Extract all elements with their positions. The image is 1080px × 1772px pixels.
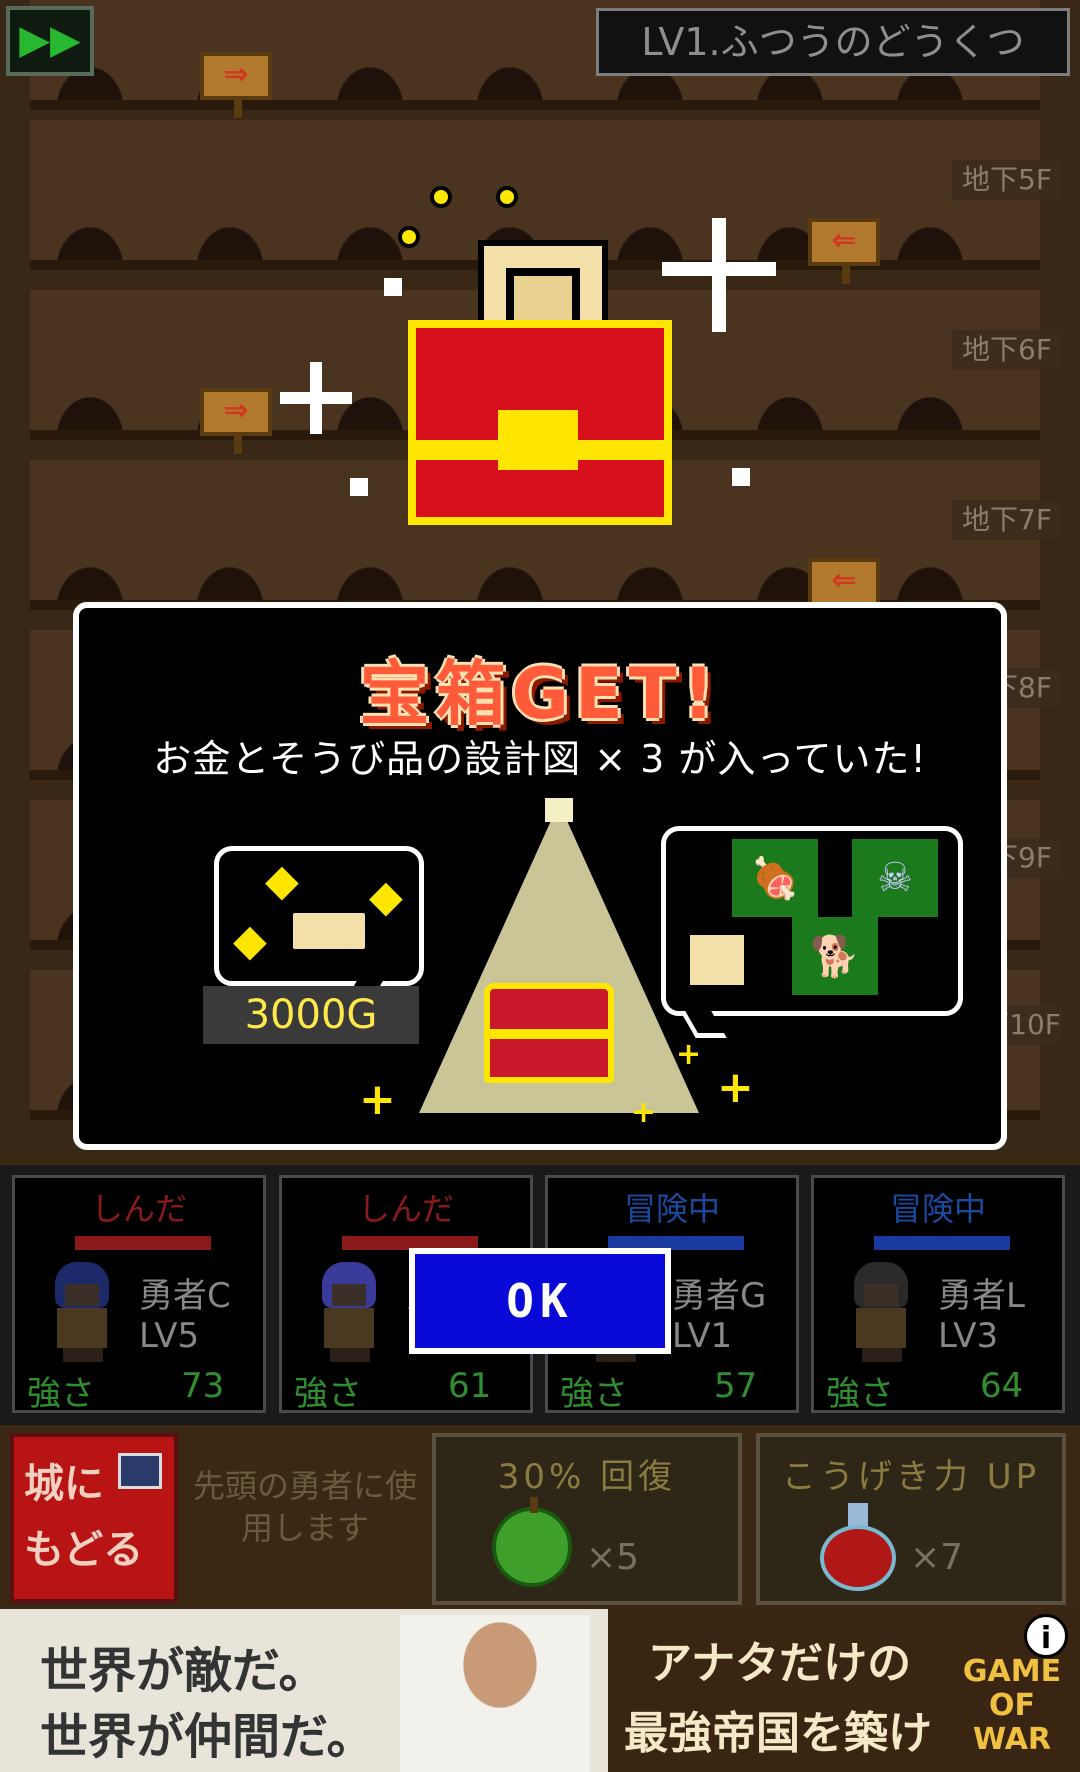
return-castle-label: もどる [24, 1527, 144, 1573]
attack-item-slot[interactable]: こうげき力 UP ×7 [756, 1433, 1066, 1605]
direction-sign-left: ⇐ [808, 218, 880, 284]
item-label: こうげき力 UP [781, 1457, 1041, 1497]
floor-label: 地下5F [952, 160, 1062, 200]
spotlight-source [545, 798, 573, 822]
hero-strength-label: 強さ [294, 1374, 362, 1414]
sparkle-icon [350, 478, 368, 496]
hero-strength: 57 [714, 1366, 758, 1406]
red-potion-icon [820, 1503, 896, 1591]
skeleton-icon: ☠ [852, 839, 938, 917]
return-to-castle-button[interactable]: 城に もどる [10, 1433, 178, 1603]
ad-banner[interactable]: 世界が敵だ。 世界が仲間だ。 アナタだけの 最強帝国を築け GAME OF WA… [0, 1609, 1080, 1772]
sparkle-icon: + [676, 1037, 702, 1072]
chest-lock [498, 410, 578, 470]
info-icon[interactable]: i [1024, 1614, 1068, 1658]
floor-label: 地下7F [952, 500, 1062, 540]
dog-with-bone-icon: 🐕 [792, 917, 878, 995]
hero-level: LV1 [672, 1316, 733, 1356]
ok-button[interactable]: OK [409, 1248, 671, 1354]
hero-status: しんだ [90, 1190, 187, 1228]
sparkle-icon [732, 468, 750, 486]
hero-card[interactable]: 冒険中 勇者L LV3 強さ 64 [811, 1175, 1065, 1414]
hero-sprite [838, 1262, 924, 1362]
floor-label: 地下6F [952, 330, 1062, 370]
hero-sprite [39, 1262, 125, 1362]
item-shelf: 城に もどる 先頭の勇者に使用します 30% 回復 ×5 こうげき力 UP ×7 [0, 1425, 1080, 1609]
direction-sign-left: ⇐ [808, 558, 880, 624]
hero-sprite [306, 1262, 392, 1362]
hero-level: LV5 [139, 1316, 200, 1356]
sparkle-icon [712, 218, 726, 332]
hero-status: 冒険中 [889, 1190, 986, 1228]
dungeon-name: LV1.ふつうのどうくつ [596, 8, 1070, 76]
treasure-chest-icon [388, 170, 688, 525]
hero-strength: 61 [448, 1366, 492, 1406]
dialog-message: お金とそうび品の設計図 × 3 が入っていた! [153, 737, 927, 781]
ad-headline: 世界が敵だ。 [40, 1643, 327, 1699]
dialog-title: 宝箱GET! [359, 653, 721, 735]
game-of-war-logo: GAME OF WAR [962, 1654, 1062, 1757]
hero-status: 冒険中 [623, 1190, 720, 1228]
ad-right-panel: アナタだけの 最強帝国を築け GAME OF WAR [608, 1609, 1080, 1772]
hero-strength-label: 強さ [826, 1374, 894, 1414]
ad-headline: 世界が仲間だ。 [40, 1709, 375, 1765]
hero-strength: 73 [181, 1366, 225, 1406]
small-treasure-chest-icon [484, 983, 614, 1083]
coin-icon [496, 186, 518, 208]
hero-level: LV3 [938, 1316, 999, 1356]
heal-item-slot[interactable]: 30% 回復 ×5 [432, 1433, 742, 1605]
coin-icon [398, 226, 420, 248]
direction-sign-right: ⇒ [200, 52, 272, 118]
sparkle-icon: + [359, 1074, 396, 1125]
castle-icon [118, 1453, 162, 1489]
sparkle-icon: ◆ [265, 855, 299, 906]
direction-sign-right: ⇒ [200, 388, 272, 454]
hero-hp-bar [874, 1236, 1010, 1250]
blueprint-scroll-icon [686, 931, 748, 989]
fast-forward-icon: ▶▶ [19, 17, 81, 63]
item-count: ×5 [586, 1537, 640, 1578]
sparkle-icon [310, 362, 322, 434]
hero-name: 勇者L [938, 1276, 1025, 1316]
gold-amount: 3000G [203, 986, 419, 1044]
ad-tagline: アナタだけの [648, 1638, 912, 1689]
sparkle-icon: ◆ [369, 871, 403, 922]
fast-forward-button[interactable]: ▶▶ [6, 6, 94, 76]
meat-with-sword-icon: 🍖 [732, 839, 818, 917]
money-bag-icon [289, 909, 369, 953]
ad-tagline: 最強帝国を築け [624, 1708, 932, 1759]
item-count: ×7 [910, 1537, 964, 1578]
ad-left-panel: 世界が敵だ。 世界が仲間だ。 [0, 1609, 608, 1772]
use-hint: 先頭の勇者に使用します [192, 1467, 417, 1547]
hero-status: しんだ [357, 1190, 454, 1228]
return-castle-label: 城に [24, 1461, 104, 1507]
gold-speech-bubble: ◆ ◆ ◆ [214, 846, 424, 986]
hero-strength-label: 強さ [27, 1374, 95, 1414]
hero-strength: 64 [980, 1366, 1024, 1406]
sparkle-icon [384, 278, 402, 296]
sparkle-icon: ◆ [233, 915, 267, 966]
sparkle-icon: + [717, 1062, 754, 1113]
items-speech-bubble: 🍖 ☠ 🐕 [661, 826, 963, 1016]
treasure-dialog: 宝箱GET! お金とそうび品の設計図 × 3 が入っていた! ◆ ◆ ◆ 300… [73, 602, 1007, 1150]
hero-card[interactable]: しんだ 勇者C LV5 強さ 73 [12, 1175, 266, 1414]
green-apple-icon [492, 1497, 572, 1587]
ad-person-image [400, 1615, 590, 1772]
hero-hp-bar [75, 1236, 211, 1250]
hero-strength-label: 強さ [560, 1374, 628, 1414]
coin-icon [430, 186, 452, 208]
hero-name: 勇者C [139, 1276, 231, 1316]
sparkle-icon: + [631, 1095, 657, 1130]
item-label: 30% 回復 [497, 1457, 677, 1497]
hero-name: 勇者G [672, 1276, 767, 1316]
